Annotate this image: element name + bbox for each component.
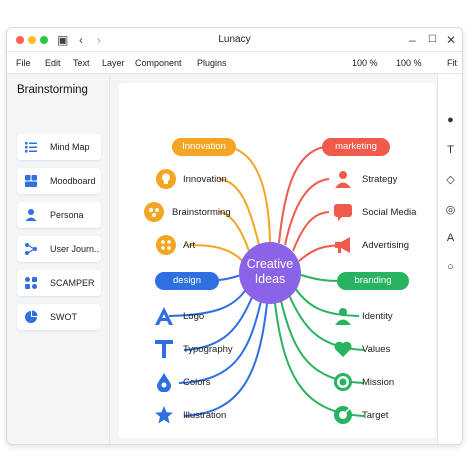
close-icon[interactable]: ✕ xyxy=(446,31,456,49)
node-strategy[interactable]: Strategy xyxy=(362,174,397,185)
branch-line-art xyxy=(188,244,244,262)
list-icon xyxy=(25,142,37,153)
menu-text[interactable]: Text xyxy=(73,58,90,68)
shapes-icon xyxy=(25,277,37,289)
identity-person-icon xyxy=(335,308,351,325)
sidebar-item-mind-map[interactable]: Mind Map xyxy=(17,134,101,160)
central-idea-node[interactable]: Creative Ideas xyxy=(239,242,301,304)
text-tool-icon[interactable]: T xyxy=(438,144,462,156)
node-social-media[interactable]: Social Media xyxy=(362,207,416,218)
star-icon xyxy=(155,406,173,424)
branch-line-strategy xyxy=(284,178,330,246)
menu-plugins[interactable]: Plugins xyxy=(197,58,227,68)
category-innovation[interactable]: Innovation xyxy=(172,138,236,156)
node-brainstorming[interactable]: Brainstorming xyxy=(172,207,231,218)
person-icon xyxy=(25,209,37,221)
node-innovation[interactable]: Innovation xyxy=(183,174,227,185)
heart-icon xyxy=(334,341,352,357)
palette-icon xyxy=(156,235,176,255)
zoom-select-1[interactable]: 100 % xyxy=(352,58,378,68)
menu-edit[interactable]: Edit xyxy=(45,58,61,68)
node-illustration[interactable]: Illustration xyxy=(183,410,226,421)
brain-icon xyxy=(144,202,164,222)
node-target[interactable]: Target xyxy=(362,410,388,421)
central-idea-line2: Ideas xyxy=(254,272,286,286)
mind-map-canvas[interactable]: Innovation marketing design branding Cre… xyxy=(119,83,436,438)
sidebar-item-scamper[interactable]: SCAMPER xyxy=(17,270,101,296)
node-art[interactable]: Art xyxy=(183,240,195,251)
title-bar: ▣ ‹ › Lunacy – ☐ ✕ xyxy=(7,28,462,52)
strategy-person-icon xyxy=(335,171,351,188)
sidebar-item-moodboard[interactable]: Moodboard xyxy=(17,168,101,194)
typography-t-icon xyxy=(155,340,173,358)
left-sidebar: Brainstorming Mind Map Moodboard Persona xyxy=(7,74,110,444)
target-icon xyxy=(334,406,352,424)
app-window: ▣ ‹ › Lunacy – ☐ ✕ File Edit Text Layer … xyxy=(6,27,463,445)
sidebar-item-label: SCAMPER xyxy=(50,278,95,288)
branch-line-logo xyxy=(168,287,248,317)
user-icon[interactable]: ● xyxy=(438,114,462,126)
node-colors[interactable]: Colors xyxy=(183,377,210,388)
sidebar-item-label: SWOT xyxy=(50,312,77,322)
sidebar-item-label: Moodboard xyxy=(50,176,96,186)
node-values[interactable]: Values xyxy=(362,344,390,355)
lightbulb-icon xyxy=(156,169,176,189)
menu-file[interactable]: File xyxy=(16,58,31,68)
node-typography[interactable]: Typography xyxy=(183,344,233,355)
ellipse-tool-icon[interactable]: ○ xyxy=(438,261,462,273)
central-idea-line1: Creative xyxy=(246,257,294,271)
branch-line-innovation-category xyxy=(228,146,271,244)
palette-tool-icon[interactable]: ◎ xyxy=(438,203,462,216)
mission-target-icon xyxy=(334,373,352,391)
sidebar-title: Brainstorming xyxy=(17,84,88,96)
branch-line-branding-category xyxy=(300,274,340,282)
menu-bar: File Edit Text Layer Component Plugins 1… xyxy=(7,52,462,74)
restore-icon[interactable]: ☐ xyxy=(428,31,437,49)
flow-icon xyxy=(25,243,37,255)
menu-component[interactable]: Component xyxy=(135,58,182,68)
font-tool-icon[interactable]: A xyxy=(438,232,462,244)
node-logo[interactable]: Logo xyxy=(183,311,204,322)
right-toolbar: ● T ◇ ◎ A ○ xyxy=(437,74,462,444)
sidebar-item-swot[interactable]: SWOT xyxy=(17,304,101,330)
sidebar-item-label: Persona xyxy=(50,210,84,220)
branch-line-marketing-category xyxy=(278,146,325,244)
node-mission[interactable]: Mission xyxy=(362,377,394,388)
pie-icon xyxy=(25,310,38,323)
node-identity[interactable]: Identity xyxy=(362,311,393,322)
logo-a-icon xyxy=(155,307,173,325)
droplet-icon xyxy=(157,373,171,392)
megaphone-icon xyxy=(335,237,350,253)
menu-layer[interactable]: Layer xyxy=(102,58,125,68)
sidebar-item-label: User Journ... xyxy=(50,244,100,254)
sidebar-item-user-journey[interactable]: User Journ... xyxy=(17,236,101,262)
fit-button[interactable]: Fit xyxy=(447,58,457,68)
category-branding[interactable]: branding xyxy=(337,272,409,290)
diamond-icon[interactable]: ◇ xyxy=(438,173,462,186)
category-design[interactable]: design xyxy=(155,272,219,290)
zoom-select-2[interactable]: 100 % xyxy=(396,58,422,68)
chat-bubble-icon xyxy=(334,204,352,221)
grid-icon xyxy=(25,175,37,187)
minimize-icon[interactable]: – xyxy=(409,31,416,49)
window-title: Lunacy xyxy=(218,34,251,45)
branch-line-social-media xyxy=(292,211,330,252)
sidebar-item-persona[interactable]: Persona xyxy=(17,202,101,228)
category-marketing[interactable]: marketing xyxy=(322,138,390,156)
node-advertising[interactable]: Advertising xyxy=(362,240,409,251)
sidebar-item-label: Mind Map xyxy=(50,142,90,152)
branch-line-typography xyxy=(183,294,254,351)
